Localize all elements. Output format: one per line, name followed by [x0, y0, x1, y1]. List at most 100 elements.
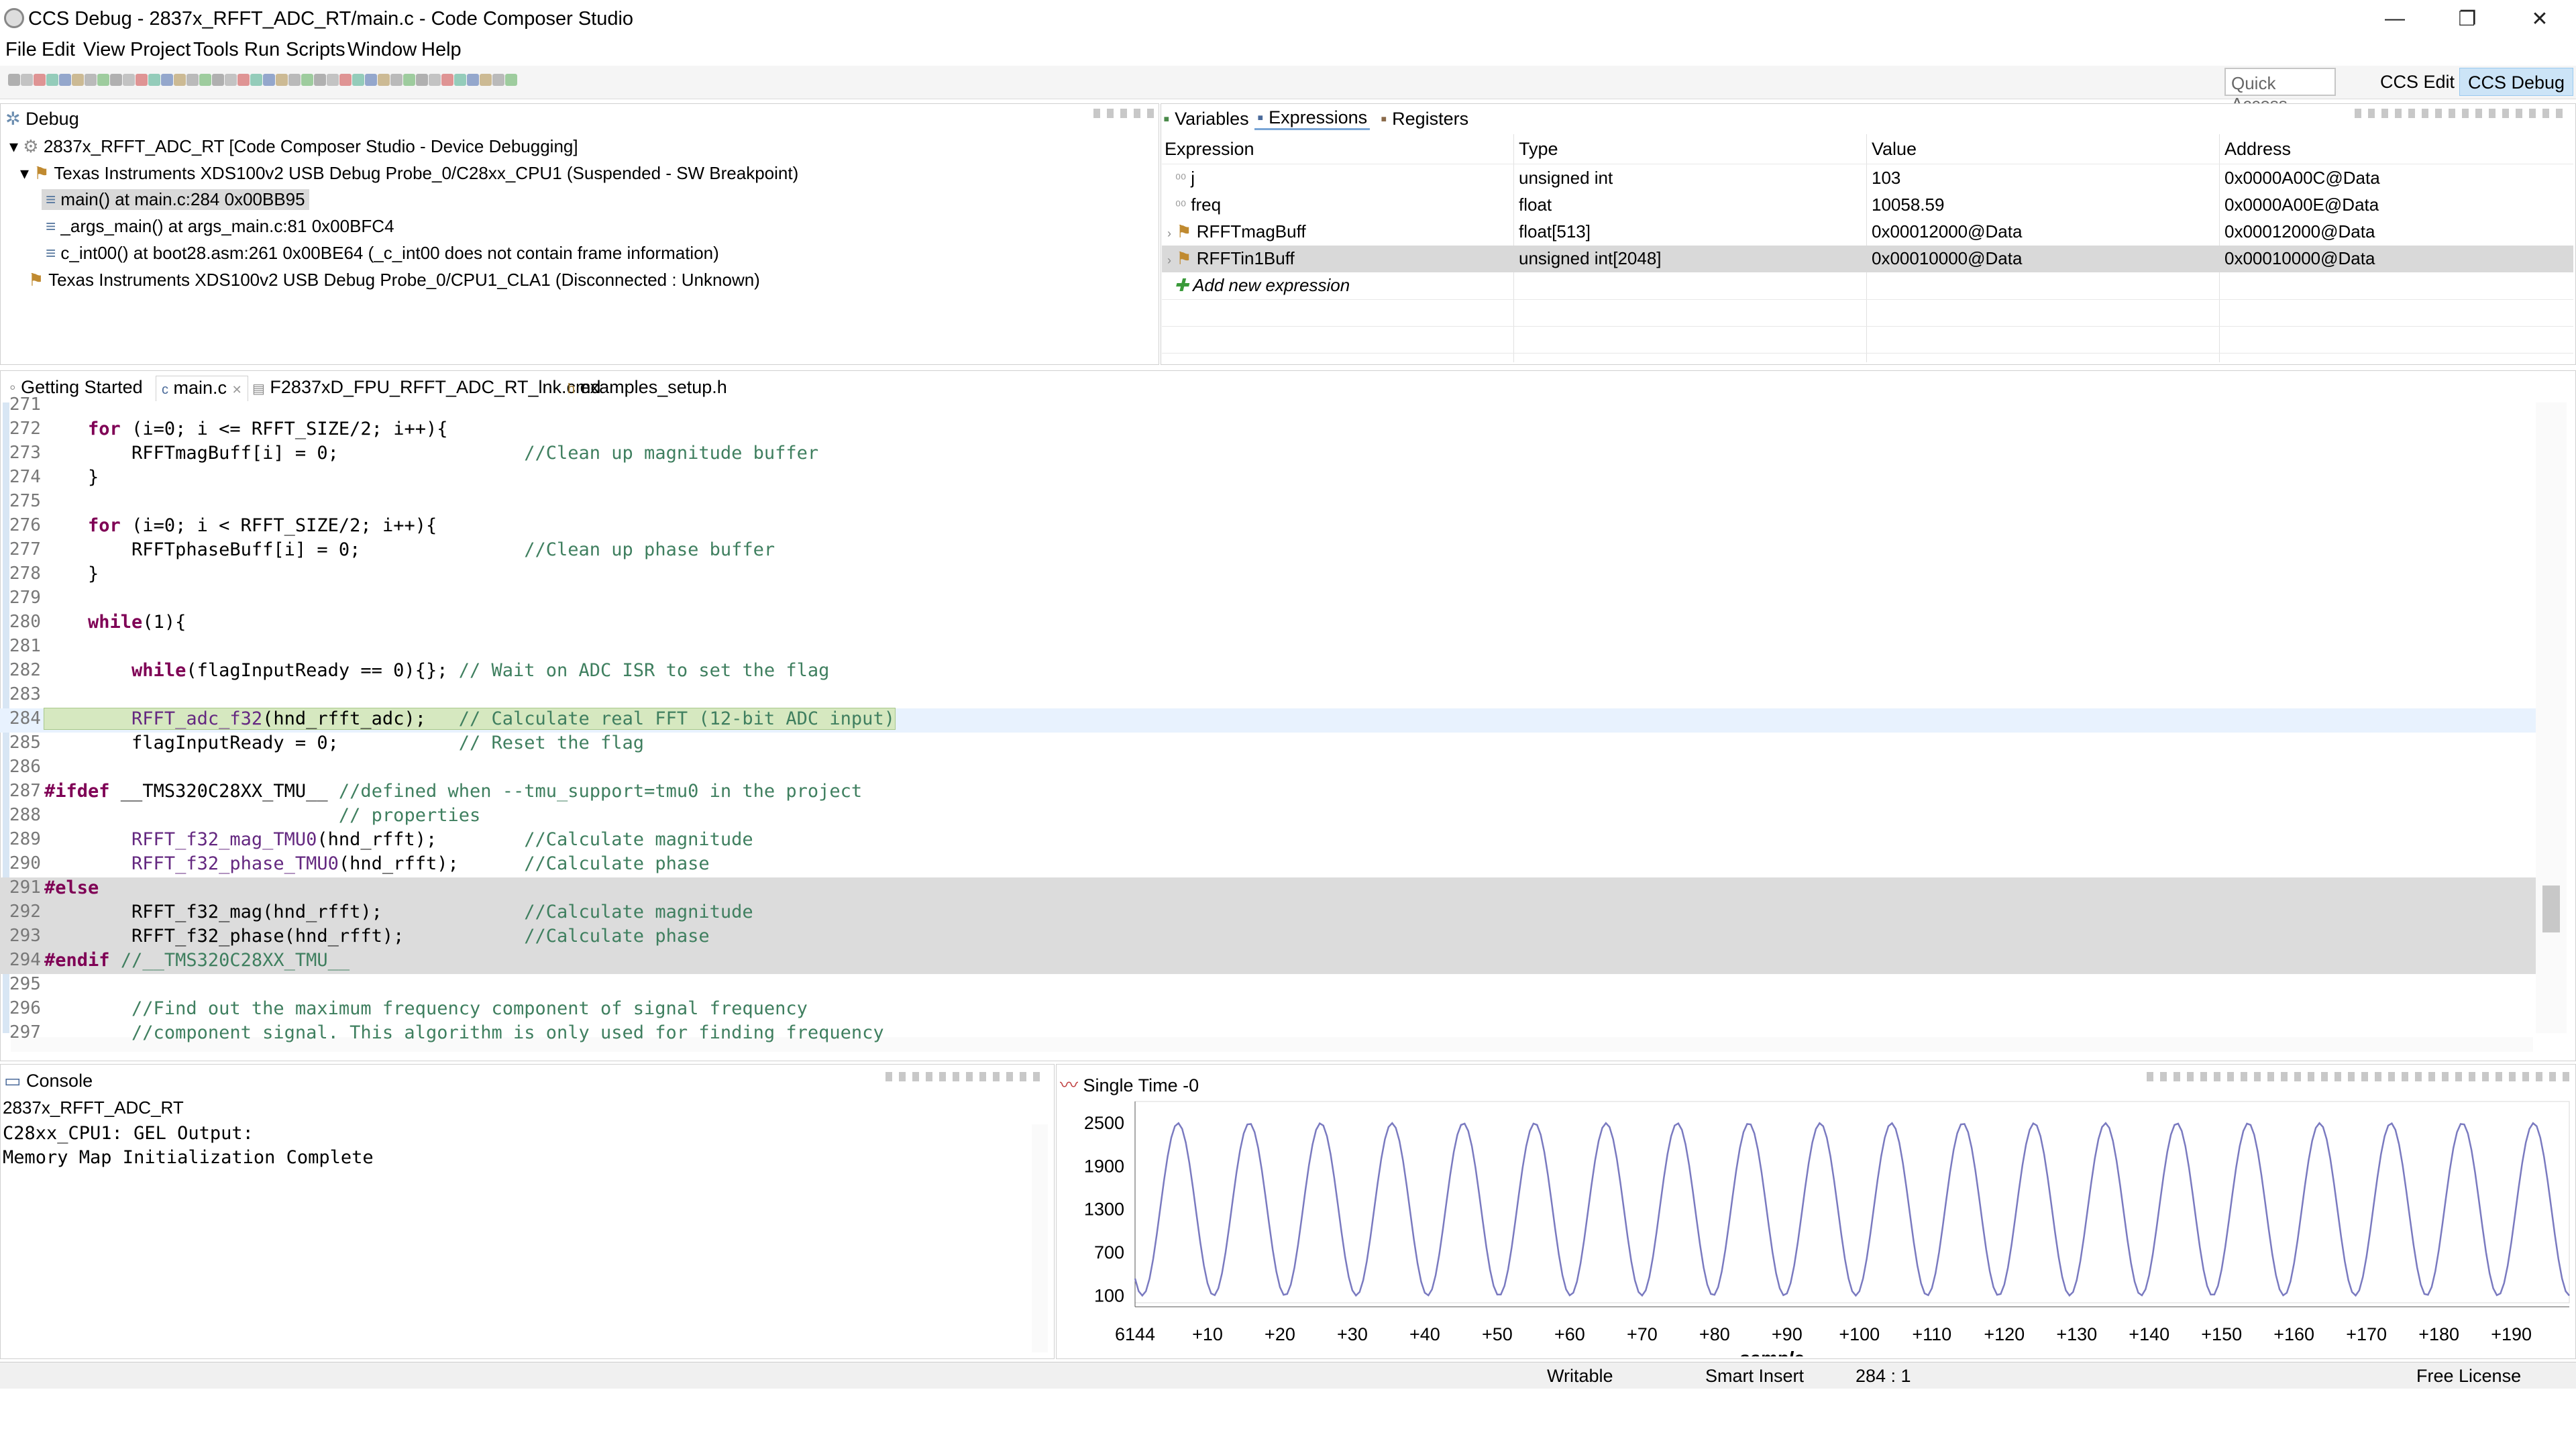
single-time-graph[interactable]: 2500 1900 1300 700 100 6144 +10 +20 +30 +40 +50 +60…	[1057, 1093, 2575, 1356]
toolbar-button-icon[interactable]	[212, 74, 224, 86]
menu-run[interactable]: Run	[241, 38, 282, 62]
toolbar-button-icon[interactable]	[199, 74, 211, 86]
code-line[interactable]: 279	[0, 588, 2536, 612]
stack-frame-c-int00[interactable]: ≡ c_int00() at boot28.asm:261 0x00BE64 (…	[46, 243, 719, 264]
code-line[interactable]: 293 RFFT_f32_phase(hnd_rfft); //Calculat…	[0, 926, 2536, 950]
scrollbar-thumb[interactable]	[2542, 885, 2560, 932]
toolbar-button-icon[interactable]	[237, 74, 250, 86]
toolbar-button-icon[interactable]	[250, 74, 262, 86]
toolbar-button-icon[interactable]	[327, 74, 339, 86]
toolbar-button-icon[interactable]	[148, 74, 160, 86]
toolbar-button-icon[interactable]	[8, 74, 20, 86]
column-expression[interactable]: Expression	[1165, 139, 1254, 160]
add-new-expression[interactable]: ✚ Add new expression	[1174, 275, 1350, 296]
toolbar-button-icon[interactable]	[429, 74, 441, 86]
toolbar-button-icon[interactable]	[505, 74, 517, 86]
expression-value[interactable]: 0x00012000@Data	[1872, 221, 2022, 242]
toolbar-button-icon[interactable]	[454, 74, 466, 86]
code-line[interactable]: 296 //Find out the maximum frequency com…	[0, 998, 2536, 1022]
code-line[interactable]: 285 flagInputReady = 0; // Reset the fla…	[0, 733, 2536, 757]
code-line[interactable]: 283	[0, 684, 2536, 708]
code-line[interactable]: 280 while(1){	[0, 612, 2536, 636]
menu-window[interactable]: Window	[345, 38, 419, 62]
tab-console[interactable]: ▭ Console	[4, 1071, 93, 1091]
code-line[interactable]: 271	[0, 394, 2536, 419]
column-type[interactable]: Type	[1519, 139, 1558, 160]
toolbar-button-icon[interactable]	[378, 74, 390, 86]
toolbar-button-icon[interactable]	[110, 74, 122, 86]
code-line-current[interactable]: 284 RFFT_adc_f32(hnd_rfft_adc); // Calcu…	[0, 708, 2536, 733]
debug-view-toolbar[interactable]	[1093, 109, 1154, 118]
toolbar-button-icon[interactable]	[352, 74, 364, 86]
quick-access-input[interactable]: Quick Access	[2224, 68, 2336, 114]
menu-edit[interactable]: Edit	[39, 38, 78, 62]
debug-cpu1-node[interactable]: ▾ ⚑ Texas Instruments XDS100v2 USB Debug…	[20, 163, 798, 184]
restore-button[interactable]: ❐	[2434, 3, 2501, 35]
toolbar-button-icon[interactable]	[416, 74, 428, 86]
code-line[interactable]: 272 for (i=0; i <= RFFT_SIZE/2; i++){	[0, 419, 2536, 443]
code-line[interactable]: 273 RFFTmagBuff[i] = 0; //Clean up magni…	[0, 443, 2536, 467]
code-line[interactable]: 278 }	[0, 564, 2536, 588]
code-line[interactable]: 277 RFFTphaseBuff[i] = 0; //Clean up pha…	[0, 539, 2536, 564]
debug-session-node[interactable]: ▾ ⚙ 2837x_RFFT_ADC_RT [Code Composer Stu…	[9, 136, 578, 157]
toolbar-button-icon[interactable]	[288, 74, 301, 86]
column-address[interactable]: Address	[2224, 139, 2291, 160]
toolbar-button-icon[interactable]	[34, 74, 46, 86]
expression-row-rfftin1buff[interactable]: › ⚑ RFFTin1Buff	[1167, 248, 1295, 269]
code-line[interactable]: 289 RFFT_f32_mag_TMU0(hnd_rfft); //Calcu…	[0, 829, 2536, 853]
code-line[interactable]: 291 #else	[0, 877, 2536, 902]
menu-tools[interactable]: Tools	[191, 38, 241, 62]
toolbar-button-icon[interactable]	[314, 74, 326, 86]
expression-row-rfftmagbuff[interactable]: › ⚑ RFFTmagBuff	[1167, 221, 1306, 242]
toolbar-button-icon[interactable]	[225, 74, 237, 86]
console-toolbar[interactable]	[885, 1072, 1046, 1081]
toolbar-button-icon[interactable]	[72, 74, 84, 86]
toolbar-button-icon[interactable]	[136, 74, 148, 86]
code-line[interactable]: 294 #endif //__TMS320C28XX_TMU__	[0, 950, 2536, 974]
toolbar-button-icon[interactable]	[390, 74, 402, 86]
toolbar-button-icon[interactable]	[97, 74, 109, 86]
toolbar-button-icon[interactable]	[403, 74, 415, 86]
console-scrollbar[interactable]	[1032, 1124, 1048, 1352]
expression-row-freq[interactable]: ⁰⁰ freq	[1175, 195, 1221, 215]
code-line[interactable]: 287 #ifdef __TMS320C28XX_TMU__ //defined …	[0, 781, 2536, 805]
code-line[interactable]: 295	[0, 974, 2536, 998]
tab-debug[interactable]: ✲ Debug	[5, 109, 79, 129]
toolbar-button-icon[interactable]	[301, 74, 313, 86]
menu-view[interactable]: View	[80, 38, 127, 62]
code-line[interactable]: 281	[0, 636, 2536, 660]
minimize-button[interactable]: —	[2361, 3, 2428, 35]
toolbar-button-icon[interactable]	[59, 74, 71, 86]
stack-frame-args-main[interactable]: ≡ _args_main() at args_main.c:81 0x00BFC…	[46, 216, 394, 237]
code-line[interactable]: 282 while(flagInputReady == 0){}; // Wai…	[0, 660, 2536, 684]
code-line[interactable]: 288 // properties	[0, 805, 2536, 829]
toolbar-button-icon[interactable]	[21, 74, 33, 86]
toolbar-button-icon[interactable]	[186, 74, 199, 86]
plot-area[interactable]	[1134, 1101, 2570, 1303]
expression-value[interactable]: 10058.59	[1872, 195, 1944, 215]
code-line[interactable]: 290 RFFT_f32_phase_TMU0(hnd_rfft); //Cal…	[0, 853, 2536, 877]
tab-variables[interactable]: ▪ Variables	[1163, 109, 1249, 129]
toolbar-button-icon[interactable]	[339, 74, 352, 86]
column-value[interactable]: Value	[1872, 139, 1917, 160]
code-line[interactable]: 276 for (i=0; i < RFFT_SIZE/2; i++){	[0, 515, 2536, 539]
menu-help[interactable]: Help	[419, 38, 464, 62]
code-line[interactable]: 292 RFFT_f32_mag(hnd_rfft); //Calculate …	[0, 902, 2536, 926]
code-line[interactable]: 274 }	[0, 467, 2536, 491]
perspective-ccs-edit[interactable]: CCS Edit	[2372, 68, 2461, 96]
toolbar-button-icon[interactable]	[492, 74, 504, 86]
toolbar-button-icon[interactable]	[467, 74, 479, 86]
toolbar-button-icon[interactable]	[161, 74, 173, 86]
debug-cla1-node[interactable]: ⚑ Texas Instruments XDS100v2 USB Debug P…	[28, 270, 760, 290]
code-line[interactable]: 275	[0, 491, 2536, 515]
perspective-ccs-debug[interactable]: CCS Debug	[2459, 68, 2573, 96]
toolbar-button-icon[interactable]	[174, 74, 186, 86]
menu-scripts[interactable]: Scripts	[283, 38, 348, 62]
toolbar-button-icon[interactable]	[123, 74, 135, 86]
toolbar-button-icon[interactable]	[263, 74, 275, 86]
expression-row-j[interactable]: ⁰⁰ j	[1175, 168, 1195, 189]
tab-registers[interactable]: ▪ Registers	[1381, 109, 1468, 129]
editor-vertical-scrollbar[interactable]	[2536, 402, 2567, 1033]
menu-file[interactable]: File	[3, 38, 40, 62]
expression-value[interactable]: 103	[1872, 168, 1900, 189]
